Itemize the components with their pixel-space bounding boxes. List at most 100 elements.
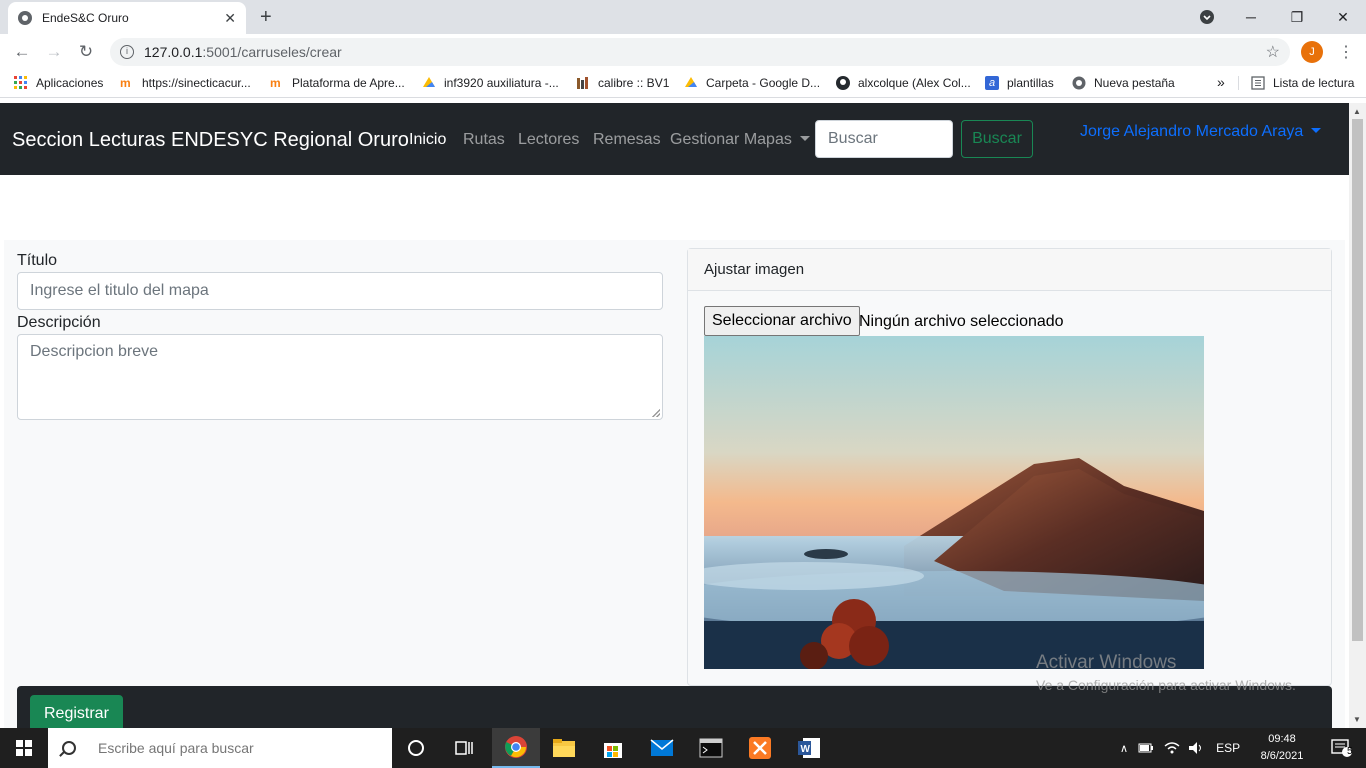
choose-file-button[interactable]: Seleccionar archivo	[704, 306, 860, 336]
wifi-icon[interactable]	[1164, 741, 1180, 755]
cortana-button[interactable]	[392, 728, 440, 768]
word-icon: W	[798, 738, 820, 758]
user-menu-dropdown[interactable]: Jorge Alejandro Mercado Araya	[1080, 123, 1322, 141]
browser-menu-icon[interactable]: ⋮	[1338, 42, 1354, 62]
calibre-icon	[577, 77, 588, 89]
forward-arrow-icon[interactable]: →	[38, 42, 70, 62]
task-view-button[interactable]	[440, 728, 488, 768]
bookmark-label: Plataforma de Apre...	[292, 76, 405, 90]
bookmark-item[interactable]: m Plataforma de Apre...	[270, 76, 405, 90]
new-tab-button[interactable]: +	[260, 6, 272, 29]
moodle-icon: m	[270, 76, 281, 90]
bookmark-label: calibre :: BV1	[598, 76, 670, 90]
taskbar-clock[interactable]: 09:48 8/6/2021	[1254, 731, 1310, 765]
image-card-header: Ajustar imagen	[688, 249, 1331, 291]
bookmark-item[interactable]: calibre :: BV1	[576, 76, 669, 90]
taskbar-search-placeholder: Escribe aquí para buscar	[98, 740, 254, 756]
navbar-search-input[interactable]	[815, 120, 953, 158]
bookmark-item[interactable]: alxcolque (Alex Col...	[836, 76, 971, 90]
title-input[interactable]: Ingrese el titulo del mapa	[17, 272, 663, 310]
close-window-button[interactable]: ✕	[1320, 0, 1366, 34]
windows-taskbar: Escribe aquí para buscar W ∧ ESP 09:48 8…	[0, 728, 1366, 768]
scroll-up-arrow-icon[interactable]: ▲	[1353, 107, 1361, 116]
globe-icon	[1072, 76, 1086, 90]
tab-close-icon[interactable]: ✕	[224, 10, 236, 27]
navbar-search-button[interactable]: Buscar	[961, 120, 1033, 158]
scroll-down-arrow-icon[interactable]: ▼	[1353, 715, 1361, 724]
bookmark-label: plantillas	[1007, 76, 1054, 90]
bookmarks-bar: Aplicaciones m https://sinecticacur... m…	[0, 70, 1366, 98]
register-button[interactable]: Registrar	[30, 695, 123, 728]
caret-down-icon	[1311, 128, 1322, 133]
nav-link-inicio[interactable]: Inicio	[409, 131, 446, 149]
windows-logo-icon	[16, 740, 32, 756]
store-bag-icon	[604, 743, 622, 758]
bookmark-item[interactable]: a plantillas	[985, 76, 1054, 90]
nav-link-remesas[interactable]: Remesas	[593, 131, 661, 149]
taskbar-word[interactable]: W	[785, 728, 833, 768]
taskbar-store[interactable]	[589, 728, 637, 768]
task-view-icon	[455, 741, 473, 755]
taskbar-file-explorer[interactable]	[540, 728, 588, 768]
language-indicator[interactable]: ESP	[1216, 741, 1240, 755]
cortana-circle-icon	[408, 740, 424, 756]
tab-search-button[interactable]	[1184, 0, 1230, 34]
caret-down-icon	[799, 136, 810, 141]
bookmark-item[interactable]: Nueva pestaña	[1072, 76, 1175, 90]
bookmark-label: alxcolque (Alex Col...	[858, 76, 971, 90]
description-textarea[interactable]: Descripcion breve	[17, 334, 663, 420]
bookmarks-overflow-button[interactable]: »	[1217, 74, 1225, 90]
url-path: :5001/carruseles/crear	[202, 44, 342, 60]
bookmark-label: Aplicaciones	[36, 76, 104, 90]
maximize-button[interactable]: ❐	[1274, 0, 1320, 34]
reading-list-button[interactable]: Lista de lectura	[1238, 76, 1354, 90]
clock-date: 8/6/2021	[1260, 750, 1304, 762]
site-info-icon[interactable]: i	[120, 45, 134, 59]
volcano-preview-image	[704, 336, 1204, 669]
minimize-button[interactable]: ─	[1228, 0, 1274, 34]
nav-dropdown-gestionar-mapas[interactable]: Gestionar Mapas	[670, 131, 810, 149]
back-arrow-icon[interactable]: ←	[6, 42, 38, 62]
clock-time: 09:48	[1268, 733, 1296, 745]
bookmark-item[interactable]: Aplicaciones	[14, 76, 103, 90]
scrollbar-thumb[interactable]	[1352, 119, 1363, 641]
system-tray: ∧ ESP	[1120, 728, 1240, 768]
activation-watermark-title: Activar Windows	[1036, 652, 1177, 673]
browser-tab-strip: EndeS&C Oruro ✕ + ─ ❐ ✕	[0, 0, 1366, 34]
profile-avatar[interactable]: J	[1301, 41, 1323, 63]
nav-link-rutas[interactable]: Rutas	[463, 131, 505, 149]
tray-expand-chevron-icon[interactable]: ∧	[1120, 742, 1128, 755]
navbar-brand[interactable]: Seccion Lecturas ENDESYC Regional Oruro	[12, 129, 409, 152]
moodle-icon: m	[120, 76, 131, 90]
svg-text:W: W	[801, 744, 811, 755]
battery-icon[interactable]	[1138, 742, 1154, 754]
terminal-icon	[699, 738, 723, 758]
nav-link-lectores[interactable]: Lectores	[518, 131, 579, 149]
taskbar-xampp[interactable]	[736, 728, 784, 768]
reload-icon[interactable]: ↻	[70, 42, 102, 62]
bookmark-label: inf3920 auxiliatura -...	[444, 76, 559, 90]
activation-watermark-subtitle: Ve a Configuración para activar Windows.	[1036, 677, 1296, 693]
taskbar-mail[interactable]	[638, 728, 686, 768]
bookmark-label: Nueva pestaña	[1094, 76, 1175, 90]
bookmark-item[interactable]: m https://sinecticacur...	[120, 76, 251, 90]
taskbar-terminal[interactable]	[687, 728, 735, 768]
chevron-down-circle-icon	[1200, 10, 1214, 24]
notifications-button[interactable]: 5	[1318, 728, 1366, 768]
page-scrollbar[interactable]: ▲ ▼	[1349, 103, 1366, 728]
bookmark-item[interactable]: Carpeta - Google D...	[684, 76, 820, 90]
google-drive-icon	[423, 77, 435, 87]
volume-icon[interactable]	[1188, 741, 1204, 755]
browser-tab[interactable]: EndeS&C Oruro ✕	[8, 2, 246, 34]
address-bar[interactable]: i 127.0.0.1:5001/carruseles/crear ☆	[110, 38, 1290, 66]
taskbar-search-box[interactable]: Escribe aquí para buscar	[48, 728, 392, 768]
user-name: Jorge Alejandro Mercado Araya	[1080, 123, 1304, 140]
bookmark-item[interactable]: inf3920 auxiliatura -...	[422, 76, 559, 90]
bookmark-star-icon[interactable]: ☆	[1266, 42, 1280, 62]
bookmark-label: Carpeta - Google D...	[706, 76, 821, 90]
taskbar-chrome[interactable]	[492, 728, 540, 768]
bookmark-label: https://sinecticacur...	[142, 76, 251, 90]
image-card: Ajustar imagen Seleccionar archivo Ningú…	[687, 248, 1332, 686]
page-viewport: Seccion Lecturas ENDESYC Regional Oruro …	[0, 103, 1349, 728]
start-button[interactable]	[0, 728, 48, 768]
